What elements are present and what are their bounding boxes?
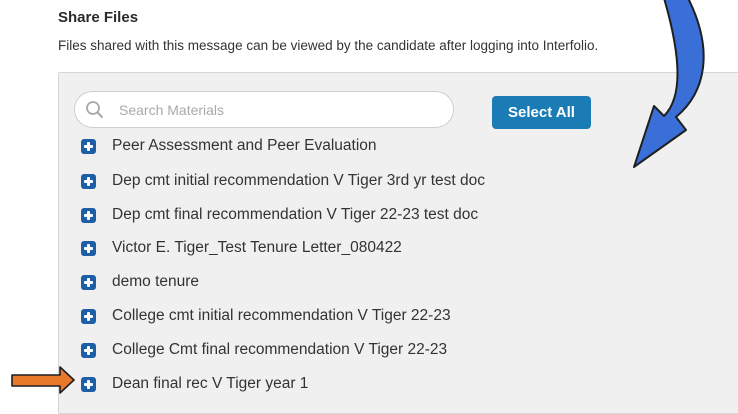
share-files-title: Share Files: [58, 9, 139, 26]
plus-square-icon[interactable]: [81, 240, 96, 256]
search-box[interactable]: [74, 91, 454, 128]
select-all-button[interactable]: Select All: [492, 96, 591, 129]
material-label: demo tenure: [112, 273, 200, 290]
material-label: Dep cmt initial recommendation V Tiger 3…: [112, 172, 486, 189]
material-label: College cmt initial recommendation V Tig…: [112, 307, 451, 324]
material-label: Dean final rec V Tiger year 1: [112, 375, 309, 392]
material-item-5[interactable]: College cmt initial recommendation V Tig…: [81, 304, 451, 328]
plus-square-icon[interactable]: [81, 173, 96, 189]
material-item-7[interactable]: Dean final rec V Tiger year 1: [81, 372, 308, 396]
plus-square-icon[interactable]: [81, 342, 96, 358]
material-item-4[interactable]: demo tenure: [81, 270, 199, 294]
material-item-6[interactable]: College Cmt final recommendation V Tiger…: [81, 338, 447, 362]
plus-square-icon[interactable]: [81, 308, 96, 324]
material-label: College Cmt final recommendation V Tiger…: [112, 341, 448, 358]
plus-square-icon[interactable]: [81, 376, 96, 392]
plus-square-icon[interactable]: [81, 207, 96, 223]
plus-square-icon[interactable]: [81, 274, 96, 290]
search-icon: [86, 101, 103, 118]
share-files-description: Files shared with this message can be vi…: [58, 38, 599, 53]
material-label: Peer Assessment and Peer Evaluation: [112, 137, 377, 154]
material-item-3[interactable]: Victor E. Tiger_Test Tenure Letter_08042…: [81, 236, 402, 260]
material-item-2[interactable]: Dep cmt final recommendation V Tiger 22-…: [81, 203, 478, 227]
material-item-1[interactable]: Dep cmt initial recommendation V Tiger 3…: [81, 169, 485, 193]
materials-panel: Select All Peer Assessment and Peer Eval…: [58, 72, 738, 414]
material-item-0[interactable]: Peer Assessment and Peer Evaluation: [81, 134, 377, 158]
material-label: Victor E. Tiger_Test Tenure Letter_08042…: [112, 239, 402, 256]
material-label: Dep cmt final recommendation V Tiger 22-…: [112, 206, 479, 223]
plus-square-icon[interactable]: [81, 138, 96, 154]
search-input[interactable]: [119, 100, 439, 120]
